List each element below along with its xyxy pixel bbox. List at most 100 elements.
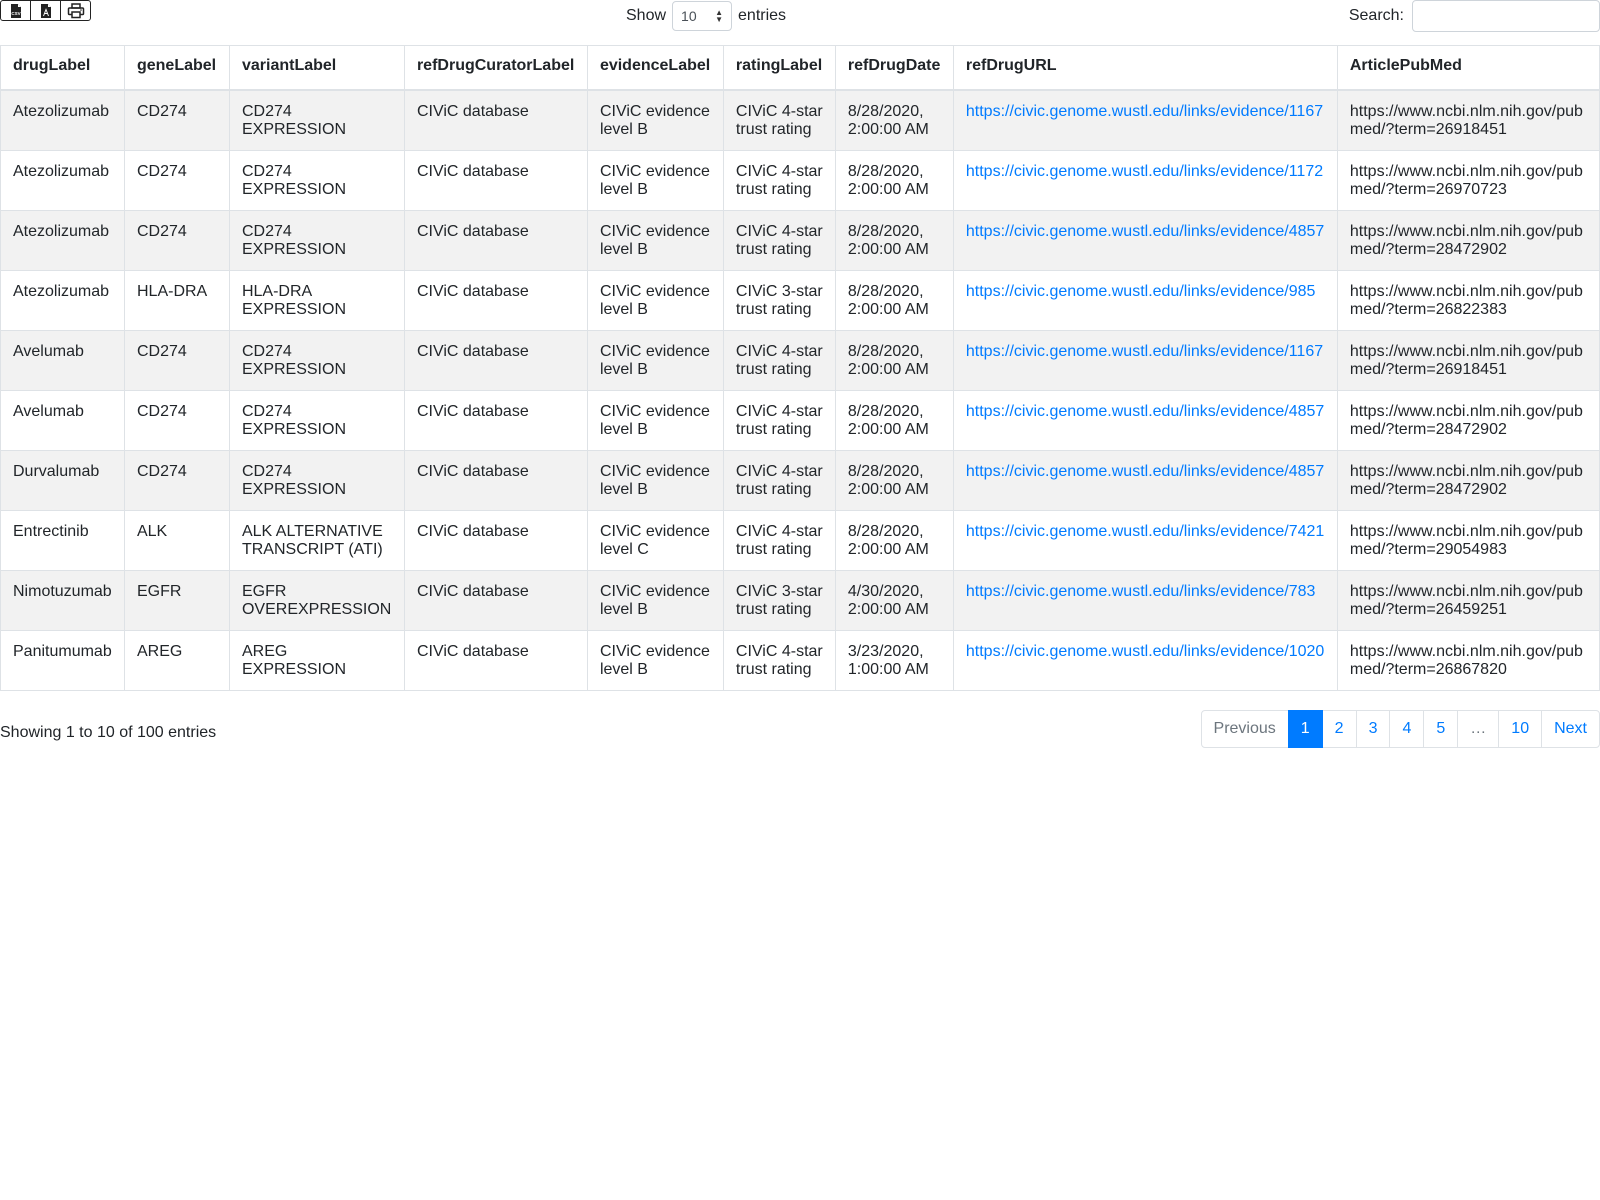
column-header[interactable]: refDrugCuratorLabel — [403, 45, 588, 91]
curator-cell: CIViC database — [403, 570, 588, 631]
gene-cell: HLA-DRA — [123, 270, 230, 331]
date-cell: 8/28/2020, 2:00:00 AM — [834, 150, 954, 211]
gene-cell: CD274 — [123, 330, 230, 391]
pubmed-cell: https://www.ncbi.nlm.nih.gov/pubmed/?ter… — [1336, 390, 1600, 451]
table-row: Nimotuzumab EGFR EGFR OVEREXPRESSION CIViC … — [0, 570, 1600, 631]
column-header[interactable]: refDrugDate — [834, 45, 954, 91]
page-button-3[interactable]: 3 — [1355, 710, 1391, 748]
evidence-link[interactable]: https://civic.genome.wustl.edu/links/evi… — [966, 463, 1324, 480]
evidence-cell: CIViC evidence level C — [586, 510, 724, 571]
date-cell: 8/28/2020, 2:00:00 AM — [834, 390, 954, 451]
evidence-cell: CIViC evidence level B — [586, 210, 724, 271]
date-cell: 8/28/2020, 2:00:00 AM — [834, 510, 954, 571]
search-input[interactable] — [1412, 0, 1600, 32]
evidence-cell: CIViC evidence level B — [586, 270, 724, 331]
table-row: Atezolizumab CD274 CD274 EXPRESSION CIViC d… — [0, 89, 1600, 151]
page-ellipsis: … — [1457, 710, 1500, 748]
drug-cell: Nimotuzumab — [0, 570, 125, 631]
gene-cell: CD274 — [123, 390, 230, 451]
gene-cell: CD274 — [123, 210, 230, 271]
next-page-button[interactable]: Next — [1541, 710, 1600, 748]
gene-cell: ALK — [123, 510, 230, 571]
table-row: Entrectinib ALK ALK ALTERNATIVE TRANSCRIPT… — [0, 510, 1600, 571]
pubmed-cell: https://www.ncbi.nlm.nih.gov/pubmed/?ter… — [1336, 270, 1600, 331]
variant-cell: CD274 EXPRESSION — [228, 390, 405, 451]
variant-cell: EGFR OVEREXPRESSION — [228, 570, 405, 631]
drug-cell: Panitumumab — [0, 630, 125, 691]
column-header[interactable]: variantLabel — [228, 45, 405, 91]
page-button-4[interactable]: 4 — [1389, 710, 1425, 748]
table-row: Panitumumab AREG AREG EXPRESSION CIViC data… — [0, 630, 1600, 691]
table-row: Atezolizumab HLA-DRA HLA-DRA EXPRESSION CIV… — [0, 270, 1600, 331]
page-button-1[interactable]: 1 — [1287, 710, 1323, 748]
page-button-2[interactable]: 2 — [1321, 710, 1357, 748]
gene-cell: CD274 — [123, 150, 230, 211]
rating-cell: CIViC 4-star trust rating — [722, 630, 836, 691]
table-toolbar: CSV Show 10 ▲ ▼ entries Search: — [0, 0, 1600, 46]
rating-cell: CIViC 4-star trust rating — [722, 510, 836, 571]
evidence-link[interactable]: https://civic.genome.wustl.edu/links/evi… — [966, 523, 1324, 540]
export-pdf-button[interactable] — [30, 0, 61, 21]
curator-cell: CIViC database — [403, 89, 588, 151]
curator-cell: CIViC database — [403, 450, 588, 511]
url-cell: https://civic.genome.wustl.edu/links/evi… — [952, 89, 1338, 151]
export-csv-button[interactable]: CSV — [0, 0, 31, 21]
evidence-link[interactable]: https://civic.genome.wustl.edu/links/evi… — [966, 343, 1323, 360]
rating-cell: CIViC 4-star trust rating — [722, 390, 836, 451]
rating-cell: CIViC 3-star trust rating — [722, 270, 836, 331]
table-row: Atezolizumab CD274 CD274 EXPRESSION CIViC d… — [0, 210, 1600, 271]
variant-cell: ALK ALTERNATIVE TRANSCRIPT (ATI) — [228, 510, 405, 571]
url-cell: https://civic.genome.wustl.edu/links/evi… — [952, 390, 1338, 451]
rating-cell: CIViC 4-star trust rating — [722, 89, 836, 151]
evidence-link[interactable]: https://civic.genome.wustl.edu/links/evi… — [966, 103, 1323, 120]
url-cell: https://civic.genome.wustl.edu/links/evi… — [952, 150, 1338, 211]
search-label: Search: — [1348, 7, 1404, 24]
page-length-select[interactable]: 10 ▲ ▼ — [672, 1, 733, 31]
evidence-link[interactable]: https://civic.genome.wustl.edu/links/evi… — [966, 403, 1324, 420]
gene-cell: CD274 — [123, 450, 230, 511]
print-icon — [67, 2, 84, 18]
table-row: Avelumab CD274 CD274 EXPRESSION CIViC datab… — [0, 390, 1600, 451]
previous-page-button[interactable]: Previous — [1200, 710, 1289, 748]
evidence-link[interactable]: https://civic.genome.wustl.edu/links/evi… — [966, 583, 1316, 600]
column-header[interactable]: ratingLabel — [722, 45, 836, 91]
column-header[interactable]: evidenceLabel — [586, 45, 724, 91]
column-header[interactable]: drugLabel — [0, 45, 125, 91]
column-header[interactable]: refDrugURL — [952, 45, 1338, 91]
export-button-group: CSV — [0, 0, 91, 21]
date-cell: 3/23/2020, 1:00:00 AM — [834, 630, 954, 691]
table-row: Avelumab CD274 CD274 EXPRESSION CIViC datab… — [0, 330, 1600, 391]
url-cell: https://civic.genome.wustl.edu/links/evi… — [952, 330, 1338, 391]
evidence-link[interactable]: https://civic.genome.wustl.edu/links/evi… — [966, 223, 1324, 240]
page-length-value: 10 — [681, 8, 697, 24]
evidence-link[interactable]: https://civic.genome.wustl.edu/links/evi… — [966, 283, 1316, 300]
variant-cell: CD274 EXPRESSION — [228, 150, 405, 211]
curator-cell: CIViC database — [403, 630, 588, 691]
drug-cell: Atezolizumab — [0, 270, 125, 331]
evidence-cell: CIViC evidence level B — [586, 390, 724, 451]
rating-cell: CIViC 4-star trust rating — [722, 330, 836, 391]
pdf-icon — [40, 3, 51, 18]
column-header[interactable]: ArticlePubMed — [1336, 45, 1600, 91]
print-button[interactable] — [60, 0, 91, 21]
curator-cell: CIViC database — [403, 210, 588, 271]
evidence-cell: CIViC evidence level B — [586, 450, 724, 511]
curator-cell: CIViC database — [403, 510, 588, 571]
show-label: Show — [626, 7, 667, 24]
pubmed-cell: https://www.ncbi.nlm.nih.gov/pubmed/?ter… — [1336, 630, 1600, 691]
gene-cell: CD274 — [123, 89, 230, 151]
date-cell: 8/28/2020, 2:00:00 AM — [834, 330, 954, 391]
page-button-5[interactable]: 5 — [1423, 710, 1459, 748]
evidence-link[interactable]: https://civic.genome.wustl.edu/links/evi… — [966, 163, 1323, 180]
curator-cell: CIViC database — [403, 390, 588, 451]
evidence-link[interactable]: https://civic.genome.wustl.edu/links/evi… — [966, 643, 1324, 660]
pubmed-cell: https://www.ncbi.nlm.nih.gov/pubmed/?ter… — [1336, 330, 1600, 391]
variant-cell: CD274 EXPRESSION — [228, 330, 405, 391]
page-button-10[interactable]: 10 — [1498, 710, 1543, 748]
evidence-cell: CIViC evidence level B — [586, 150, 724, 211]
curator-cell: CIViC database — [403, 330, 588, 391]
drug-cell: Avelumab — [0, 330, 125, 391]
table-row: Durvalumab CD274 CD274 EXPRESSION CIViC dat… — [0, 450, 1600, 511]
column-header[interactable]: geneLabel — [123, 45, 230, 91]
url-cell: https://civic.genome.wustl.edu/links/evi… — [952, 510, 1338, 571]
